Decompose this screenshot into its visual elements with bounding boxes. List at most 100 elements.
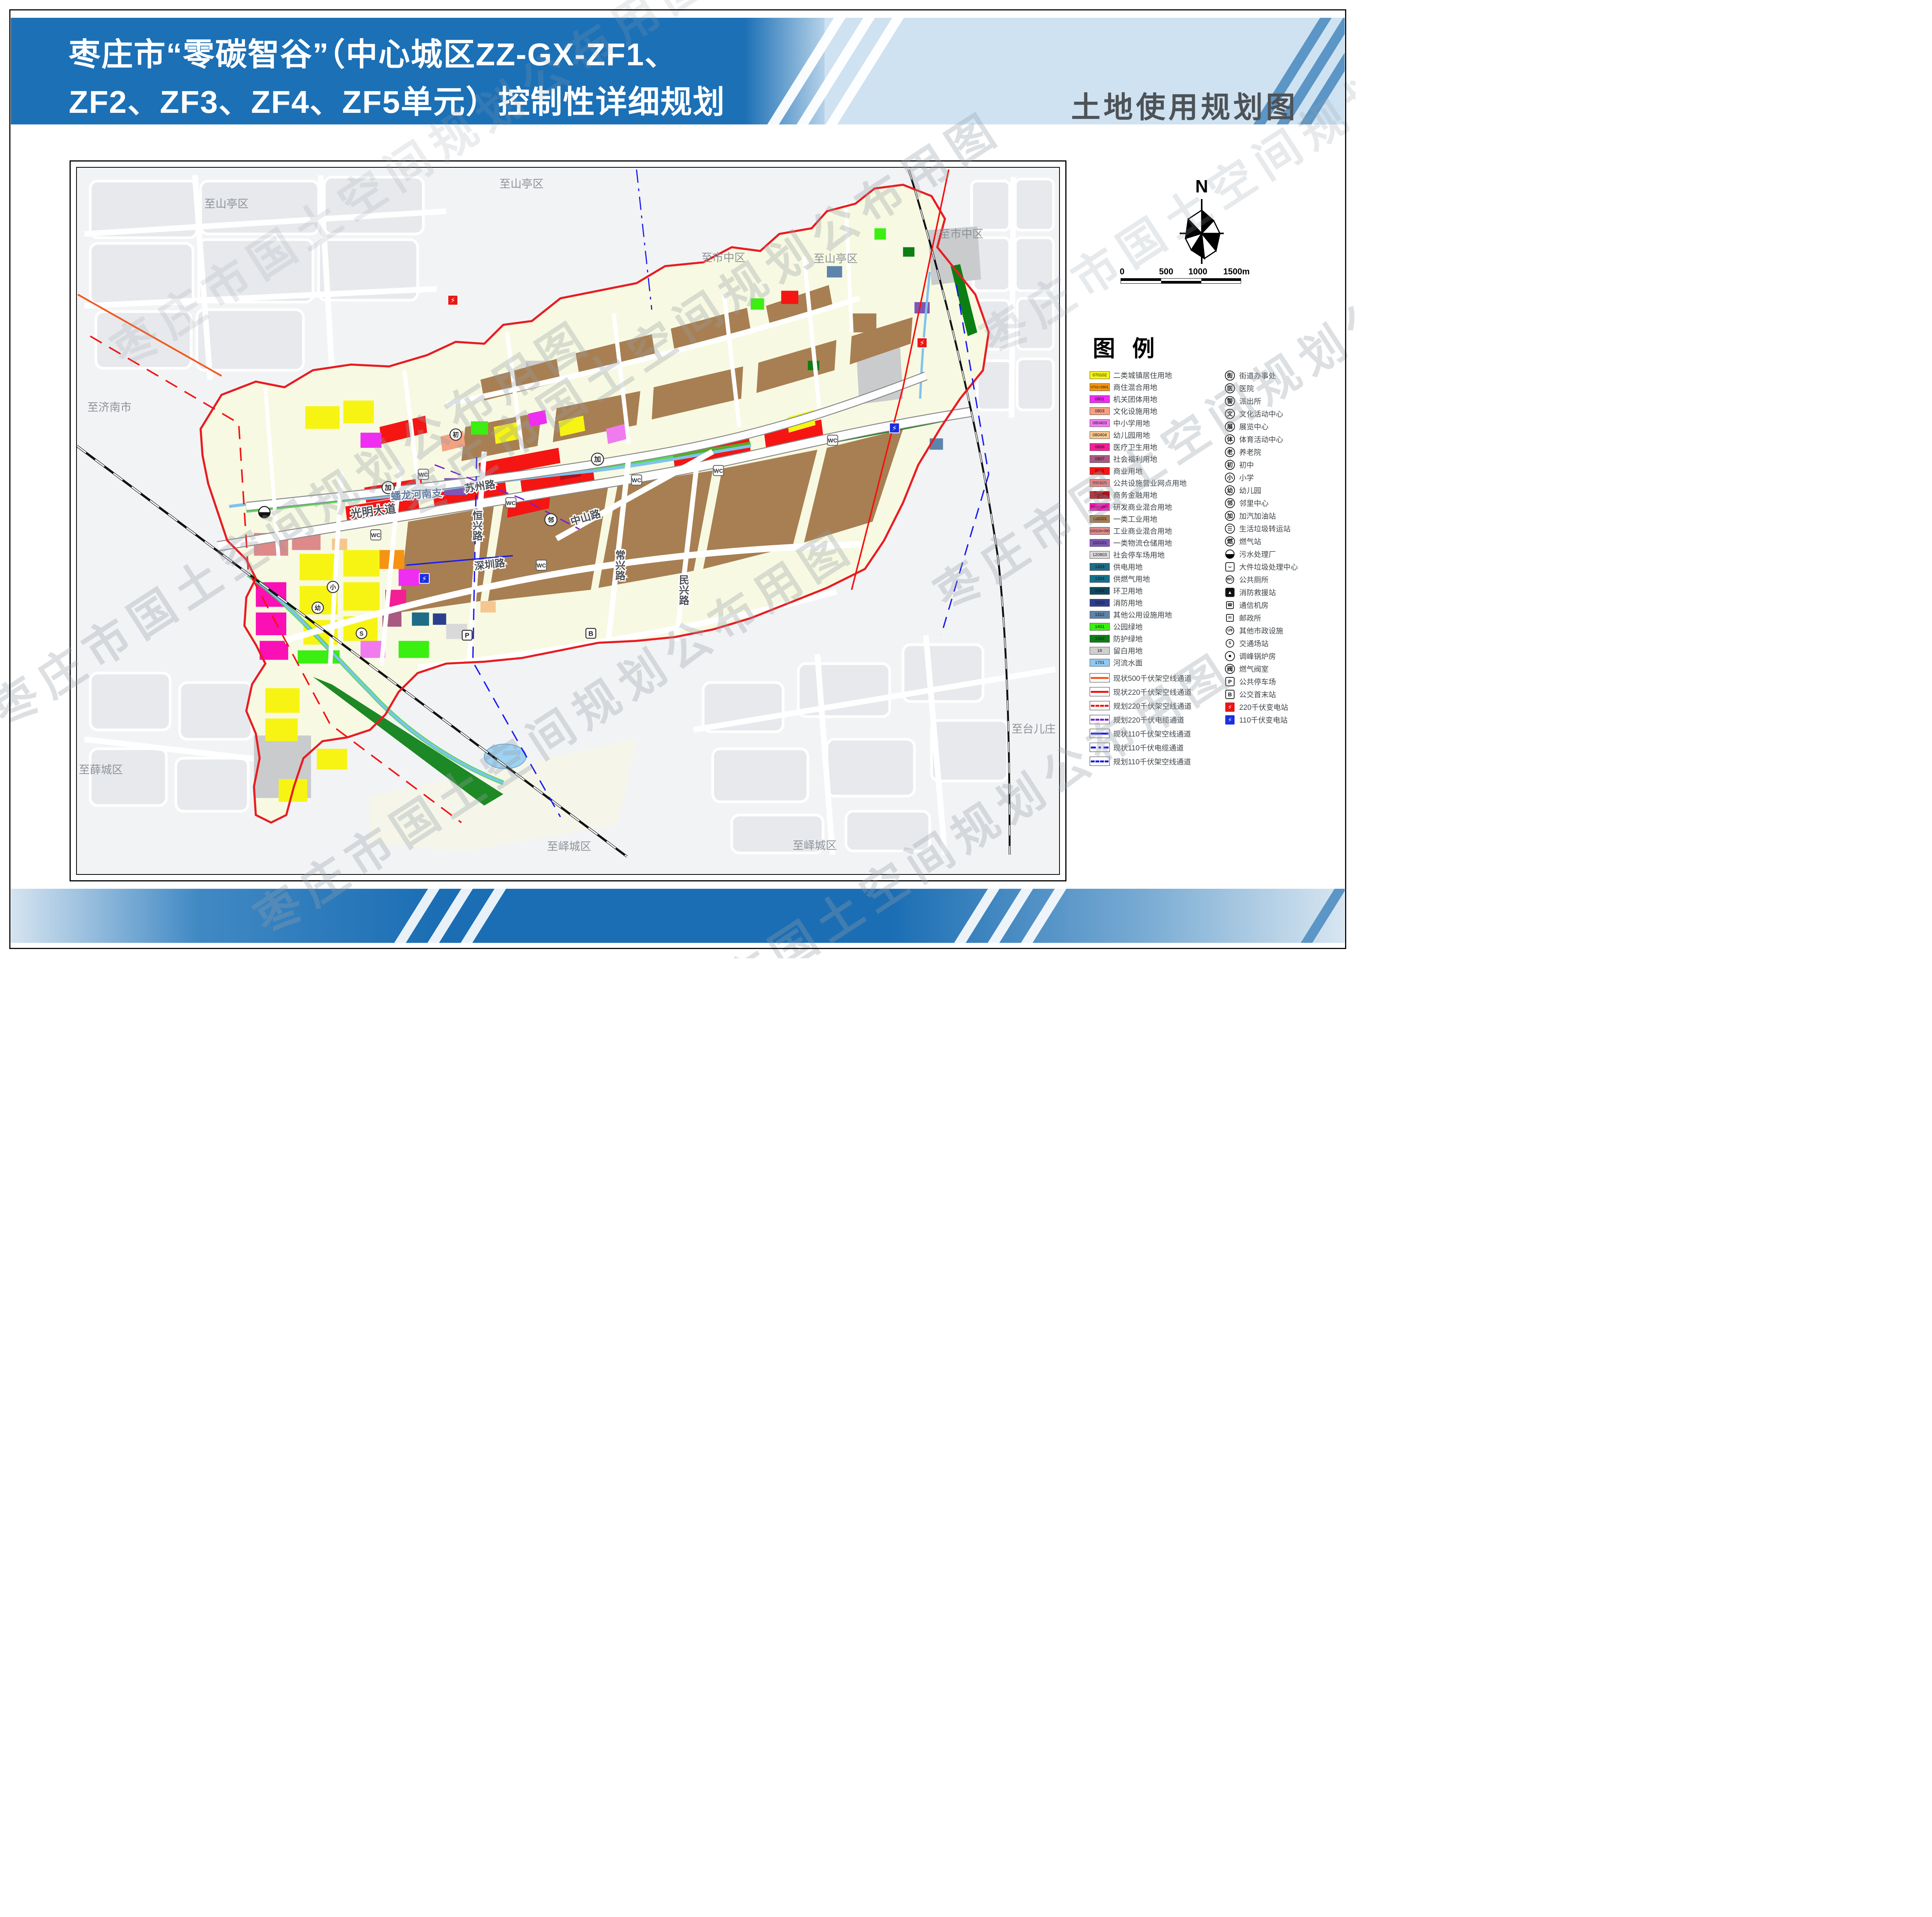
facility-label: 派出所	[1239, 396, 1261, 406]
facility-icon: 阀	[1224, 664, 1236, 674]
legend-facility-row: ⌣大件垃圾处理中心	[1224, 560, 1349, 573]
landuse-label: 公园绿地	[1113, 621, 1143, 632]
facility-icon: 医	[1224, 383, 1236, 393]
legend-facility-row: B公交首末站	[1224, 688, 1349, 701]
legend-line-row: 现状500千伏架空线通道	[1090, 671, 1224, 685]
legend-facility-row: 燃燃气站	[1224, 535, 1349, 548]
facility-icon: 街	[1224, 371, 1236, 381]
landuse-swatch: 080404	[1090, 431, 1110, 439]
facility-icon: ⚡	[1224, 703, 1236, 712]
sheet-title: 土地使用规划图	[1071, 83, 1298, 124]
edge-label: 至济南市	[87, 401, 131, 413]
line-label: 现状110千伏电缆通道	[1113, 742, 1184, 753]
landuse-label: 工业商业混合用地	[1113, 526, 1172, 536]
line-swatch	[1090, 673, 1110, 682]
line-swatch	[1090, 729, 1110, 738]
legend-landuse-row: 100101一类工业用地	[1090, 513, 1224, 525]
edge-label: 至山亭区	[814, 253, 858, 265]
legend-facility-row: 医医院	[1224, 382, 1349, 395]
landuse-swatch: 110101	[1090, 539, 1110, 547]
footer-stripe	[1291, 889, 1345, 943]
legend-landuse-row: 1402防护绿地	[1090, 633, 1224, 645]
scale-tick: 1500m	[1223, 267, 1250, 277]
svg-text:WC: WC	[418, 472, 428, 478]
legend-landuse-row: 0803文化设施用地	[1090, 405, 1224, 417]
legend-facility-row: ☰生活垃圾转运站	[1224, 522, 1349, 535]
legend-landuse-row: 1309环卫用地	[1090, 585, 1224, 597]
legend-facility-row: 加加汽加油站	[1224, 509, 1349, 522]
header-band: 枣庄市“零碳智谷”（中心城区ZZ-GX-ZF1、 ZF2、ZF3、ZF4、ZF5…	[11, 18, 1345, 124]
facility-label: 交通场站	[1239, 638, 1269, 648]
legend-facility-row: ⚡220千伏变电站	[1224, 701, 1349, 713]
plan-sheet: 枣庄市“零碳智谷”（中心城区ZZ-GX-ZF1、 ZF2、ZF3、ZF4、ZF5…	[0, 0, 1355, 958]
legend-landuse-row: 0806医疗卫生用地	[1090, 441, 1224, 453]
svg-text:S: S	[359, 631, 364, 637]
facility-icon: ●	[1224, 651, 1236, 661]
facility-icon: 老	[1224, 447, 1236, 457]
edge-label: 至山亭区	[500, 178, 544, 191]
landuse-label: 社会停车场用地	[1113, 549, 1165, 560]
svg-text:WC: WC	[632, 478, 641, 484]
landuse-swatch: 1401	[1090, 623, 1110, 631]
landuse-swatch: 0901	[1090, 467, 1110, 475]
landuse-swatch: 1310	[1090, 599, 1110, 607]
legend-facility-row: ✉邮政所	[1224, 611, 1349, 624]
landuse-label: 商住混合用地	[1113, 382, 1157, 392]
facility-label: 医院	[1239, 383, 1254, 393]
legend-landuse-row: 16留白用地	[1090, 645, 1224, 657]
map-frame-inner: WC WC WC WC WC WC WC 加 加 邻 小 幼 初 S	[76, 167, 1060, 875]
legend-landuse-row: 1701河流水面	[1090, 657, 1224, 668]
landuse-swatch: 0701+0901	[1090, 383, 1110, 391]
facility-label: 生活垃圾转运站	[1239, 523, 1291, 534]
legend-line-row: 规划220千伏电缆通道	[1090, 713, 1224, 726]
landuse-swatch: 080403	[1090, 419, 1110, 427]
facility-label: 220千伏变电站	[1239, 702, 1288, 712]
landuse-label: 防护绿地	[1113, 633, 1143, 644]
facility-label: 邻里中心	[1239, 498, 1269, 508]
facility-label: 养老院	[1239, 447, 1261, 457]
line-swatch	[1090, 687, 1110, 696]
facility-label: 110千伏变电站	[1239, 714, 1287, 725]
landuse-swatch: 1309	[1090, 587, 1110, 595]
svg-text:小: 小	[330, 584, 336, 591]
compass: N	[1171, 176, 1233, 265]
road-label: 恒兴路	[471, 510, 482, 541]
legend-facilities-list: 街街道办事处医医院警派出所文文化活动中心展展览中心体体育活动中心老养老院初初中小…	[1224, 369, 1349, 726]
road-label: 民兴路	[677, 575, 689, 605]
line-swatch	[1090, 701, 1110, 710]
legend-facility-row: 街街道办事处	[1224, 369, 1349, 382]
facility-icon: 初	[1224, 460, 1236, 470]
legend-facility-row: WC公共厕所	[1224, 573, 1349, 586]
legend-line-row: 规划220千伏架空线通道	[1090, 699, 1224, 713]
legend-landuse-row: 0801机关团体用地	[1090, 393, 1224, 405]
legend-landuse-row: 1401公园绿地	[1090, 621, 1224, 633]
line-label: 规划110千伏架空线通道	[1113, 756, 1191, 767]
facility-icon: ☎	[1224, 601, 1236, 609]
legend-facility-row: 邻邻里中心	[1224, 497, 1349, 509]
legend-facility-row: P公共停车场	[1224, 675, 1349, 688]
legend-facility-row: 小小学	[1224, 471, 1349, 484]
svg-text:B: B	[588, 629, 594, 637]
scale-bar-graphic	[1121, 278, 1241, 284]
facility-label: 公交首末站	[1239, 689, 1276, 699]
legend-facility-row: 污水处理厂	[1224, 548, 1349, 560]
north-label: N	[1171, 176, 1233, 197]
landuse-swatch: 1312	[1090, 611, 1110, 619]
landuse-label: 社会福利用地	[1113, 454, 1157, 464]
legend-landuse-row: 1304供燃气用地	[1090, 573, 1224, 585]
facility-icon: 展	[1224, 422, 1236, 432]
legend-landuse-row: 080404幼儿园用地	[1090, 429, 1224, 441]
edge-label: 至峄城区	[547, 840, 591, 853]
landuse-label: 河流水面	[1113, 657, 1143, 668]
legend-facility-row: U9其他市政设施	[1224, 624, 1349, 637]
facility-icon: 邻	[1224, 498, 1236, 508]
landuse-label: 幼儿园用地	[1113, 430, 1150, 440]
line-label: 规划220千伏架空线通道	[1113, 701, 1192, 711]
legend-facility-row: 幼幼儿园	[1224, 484, 1349, 497]
landuse-label: 供电用地	[1113, 561, 1143, 572]
svg-text:WC: WC	[537, 563, 546, 569]
legend-line-row: 规划110千伏架空线通道	[1090, 754, 1224, 768]
landuse-swatch: 100104+0901	[1090, 527, 1110, 535]
legend-landuse-row: 100104+0901工业商业混合用地	[1090, 525, 1224, 537]
svg-text:⚡: ⚡	[422, 575, 427, 583]
